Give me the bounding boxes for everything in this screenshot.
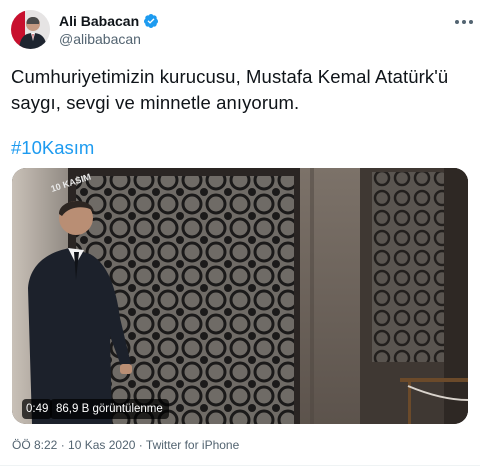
avatar[interactable]: [11, 10, 50, 49]
tweet-text: Cumhuriyetimizin kurucusu, Mustafa Kemal…: [11, 66, 449, 113]
author-display-name[interactable]: Ali Babacan: [59, 13, 139, 29]
verified-badge-icon: [143, 13, 159, 29]
meta-separator: ·: [138, 438, 143, 452]
video-player[interactable]: 10 KASIM: [12, 168, 468, 424]
divider: [0, 465, 480, 466]
tweet-time[interactable]: ÖÖ 8:22: [12, 438, 57, 452]
video-frame: 10 KASIM: [12, 168, 468, 424]
hashtag-link[interactable]: #10Kasım: [11, 136, 94, 160]
tweet: Ali Babacan @alibabacan Cumhuriyetimizin…: [0, 0, 480, 468]
video-duration-badge: 0:49: [22, 399, 53, 419]
author-handle[interactable]: @alibabacan: [59, 31, 141, 47]
tweet-metadata: ÖÖ 8:22 · 10 Kas 2020 · Twitter for iPho…: [12, 438, 239, 452]
tweet-source[interactable]: Twitter for iPhone: [146, 438, 239, 452]
author-name-row: Ali Babacan: [59, 13, 159, 29]
meta-separator: ·: [60, 438, 65, 452]
video-view-count-badge: 86,9 B görüntülenme: [50, 399, 169, 419]
more-options-icon[interactable]: [452, 13, 476, 31]
tweet-date[interactable]: 10 Kas 2020: [68, 438, 135, 452]
